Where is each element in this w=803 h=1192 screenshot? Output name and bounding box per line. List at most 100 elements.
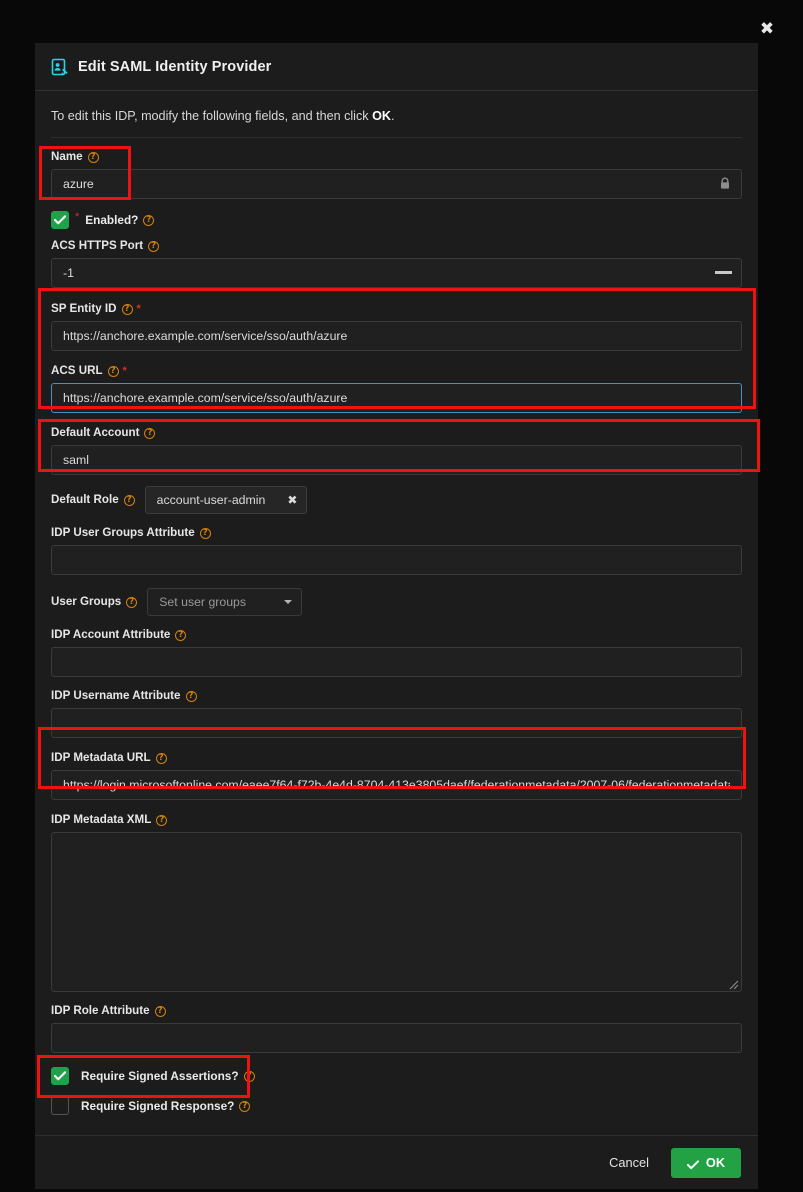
help-circle-icon[interactable]: ? <box>175 629 187 641</box>
dialog-body: To edit this IDP, modify the following f… <box>35 91 758 1135</box>
instructions-ok-emphasis: OK <box>372 109 391 123</box>
label-idp-metadata-xml: IDP Metadata XML ? <box>51 813 742 827</box>
dialog-title: Edit SAML Identity Provider <box>78 58 272 75</box>
user-groups-select[interactable]: Set user groups <box>147 588 303 616</box>
idp-metadata-xml-wrap <box>51 832 742 992</box>
field-idp-user-groups-attribute: IDP User Groups Attribute ? <box>51 526 742 575</box>
field-idp-username-attribute: IDP Username Attribute ? <box>51 689 742 738</box>
label-idp-user-groups-attribute: IDP User Groups Attribute ? <box>51 526 742 540</box>
lock-icon <box>719 177 731 190</box>
help-circle-icon[interactable]: ? <box>148 240 160 252</box>
label-idp-user-groups-attribute-text: IDP User Groups Attribute <box>51 526 195 539</box>
help-circle-icon[interactable]: ? <box>107 365 119 377</box>
label-idp-metadata-xml-text: IDP Metadata XML <box>51 813 152 826</box>
dialog-instructions: To edit this IDP, modify the following f… <box>51 91 742 138</box>
cancel-button[interactable]: Cancel <box>605 1149 653 1176</box>
field-idp-metadata-url: IDP Metadata URL ? <box>51 751 742 800</box>
label-idp-account-attribute-text: IDP Account Attribute <box>51 628 171 641</box>
label-idp-metadata-url-text: IDP Metadata URL <box>51 751 151 764</box>
acs-https-port-input[interactable] <box>51 258 742 288</box>
field-require-signed-response: Require Signed Response? ? <box>51 1097 742 1115</box>
help-circle-icon[interactable]: ? <box>199 527 211 539</box>
acs-url-input[interactable] <box>51 383 742 413</box>
label-acs-https-port-text: ACS HTTPS Port <box>51 239 144 252</box>
idp-account-attribute-input[interactable] <box>51 647 742 677</box>
enabled-checkbox[interactable] <box>51 211 69 229</box>
minus-icon[interactable] <box>715 271 732 274</box>
idp-role-attribute-input[interactable] <box>51 1023 742 1053</box>
help-circle-icon[interactable]: ? <box>126 596 138 608</box>
field-idp-account-attribute: IDP Account Attribute ? <box>51 628 742 677</box>
label-require-signed-response-text: Require Signed Response? <box>81 1099 235 1113</box>
label-idp-role-attribute: IDP Role Attribute ? <box>51 1004 742 1018</box>
idp-metadata-url-input[interactable] <box>51 770 742 800</box>
edit-identity-card-icon <box>51 58 69 76</box>
label-sp-entity-id: SP Entity ID ? * <box>51 302 742 316</box>
default-account-input[interactable] <box>51 445 742 475</box>
label-require-signed-assertions-text: Require Signed Assertions? <box>81 1069 239 1083</box>
help-circle-icon[interactable]: ? <box>185 690 197 702</box>
help-circle-icon[interactable]: ? <box>121 303 133 315</box>
label-acs-url: ACS URL ? * <box>51 364 742 378</box>
idp-username-attribute-input[interactable] <box>51 708 742 738</box>
require-signed-response-checkbox[interactable] <box>51 1097 69 1115</box>
acs-url-required-marker: * <box>122 365 127 377</box>
label-user-groups-text: User Groups <box>51 595 122 608</box>
help-circle-icon[interactable]: ? <box>123 494 135 506</box>
help-circle-icon[interactable]: ? <box>87 151 99 163</box>
label-sp-entity-id-text: SP Entity ID <box>51 302 117 315</box>
idp-metadata-xml-textarea[interactable] <box>51 832 742 992</box>
dialog-header: Edit SAML Identity Provider <box>35 43 758 91</box>
instructions-prefix: To edit this IDP, modify the following f… <box>51 109 373 123</box>
field-user-groups: User Groups ? Set user groups <box>51 588 742 616</box>
label-idp-username-attribute-text: IDP Username Attribute <box>51 689 181 702</box>
resize-grip-icon[interactable] <box>728 977 739 990</box>
check-icon <box>54 215 66 225</box>
sp-entity-id-required-marker: * <box>136 303 141 315</box>
label-default-role-text: Default Role <box>51 493 119 506</box>
label-name: Name ? <box>51 150 742 164</box>
label-idp-username-attribute: IDP Username Attribute ? <box>51 689 742 703</box>
help-circle-icon[interactable]: ? <box>154 1005 166 1017</box>
close-x-icon[interactable]: ✖ <box>287 493 297 507</box>
default-role-value: account-user-admin <box>156 493 266 507</box>
enabled-required-marker: * <box>75 211 80 223</box>
idp-user-groups-attribute-input[interactable] <box>51 545 742 575</box>
dialog-footer: Cancel OK <box>35 1135 758 1189</box>
help-circle-icon[interactable]: ? <box>243 1070 255 1082</box>
label-default-account-text: Default Account <box>51 426 140 439</box>
field-sp-entity-id: SP Entity ID ? * <box>51 302 742 351</box>
acs-https-port-input-wrap <box>51 258 742 288</box>
field-enabled: * Enabled? ? <box>51 211 742 229</box>
ok-button[interactable]: OK <box>671 1147 741 1178</box>
check-icon <box>54 1071 66 1081</box>
label-enabled-text: Enabled? <box>85 213 139 227</box>
help-circle-icon[interactable]: ? <box>239 1100 251 1112</box>
help-circle-icon[interactable]: ? <box>143 214 155 226</box>
name-input[interactable] <box>51 169 742 199</box>
require-signed-assertions-checkbox[interactable] <box>51 1067 69 1085</box>
ok-button-label: OK <box>705 1155 726 1170</box>
label-idp-role-attribute-text: IDP Role Attribute <box>51 1004 150 1017</box>
close-icon[interactable]: ✖ <box>757 19 777 39</box>
label-user-groups: User Groups ? <box>51 595 138 609</box>
sp-entity-id-input[interactable] <box>51 321 742 351</box>
help-circle-icon[interactable]: ? <box>156 814 168 826</box>
field-idp-role-attribute: IDP Role Attribute ? <box>51 1004 742 1053</box>
label-name-text: Name <box>51 150 83 163</box>
check-icon <box>686 1158 699 1169</box>
field-default-account: Default Account ? <box>51 426 742 475</box>
label-enabled: Enabled? ? <box>85 213 155 227</box>
name-input-wrap <box>51 169 742 199</box>
field-acs-url: ACS URL ? * <box>51 364 742 413</box>
field-default-role: Default Role ? account-user-admin ✖ <box>51 486 742 514</box>
label-default-role: Default Role ? <box>51 493 135 507</box>
help-circle-icon[interactable]: ? <box>155 752 167 764</box>
label-acs-https-port: ACS HTTPS Port ? <box>51 239 742 253</box>
field-idp-metadata-xml: IDP Metadata XML ? <box>51 813 742 992</box>
help-circle-icon[interactable]: ? <box>144 427 156 439</box>
label-idp-metadata-url: IDP Metadata URL ? <box>51 751 742 765</box>
instructions-suffix: . <box>390 109 395 123</box>
edit-saml-idp-dialog: Edit SAML Identity Provider To edit this… <box>35 43 758 1189</box>
default-role-tag[interactable]: account-user-admin ✖ <box>144 486 308 514</box>
